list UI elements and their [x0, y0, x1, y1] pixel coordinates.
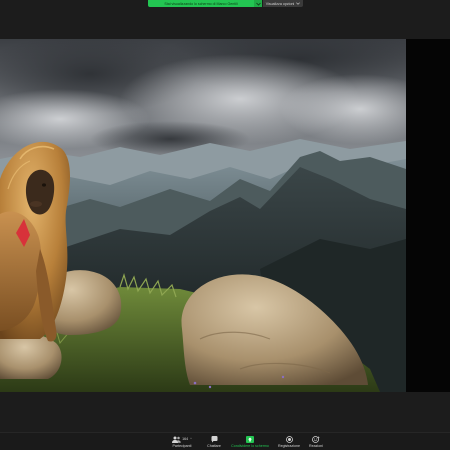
record-label: Registrazione [278, 444, 300, 448]
share-screen-button[interactable]: Condividere lo schermo [231, 435, 269, 448]
chat-label: Chattare [207, 444, 221, 448]
reactions-button[interactable]: Reazioni [298, 435, 334, 448]
participants-button[interactable]: 164 ^ Partecipanti [164, 435, 200, 448]
caret-up-icon[interactable]: ^ [190, 437, 192, 441]
meeting-background [0, 392, 450, 432]
participants-label: Partecipanti [172, 444, 192, 448]
view-options-button[interactable]: Visualizza opzioni [263, 0, 303, 7]
side-panel-dark [406, 39, 450, 392]
reactions-label: Reazioni [309, 444, 323, 448]
shared-screen-content [0, 39, 406, 392]
chevron-down-icon[interactable] [254, 0, 262, 7]
chevron-down-icon [296, 2, 301, 5]
meeting-toolbar: 164 ^ Partecipanti Chattare Condividere … [0, 432, 450, 450]
share-status-pill[interactable]: Stai visualizzando lo schermo di Marco G… [148, 0, 262, 7]
top-bar: Stai visualizzando lo schermo di Marco G… [0, 0, 450, 38]
view-options-label: Visualizza opzioni [265, 1, 295, 6]
zoom-meeting-window: Stai visualizzando lo schermo di Marco G… [0, 0, 450, 450]
share-status-text: Stai visualizzando lo schermo di Marco G… [164, 1, 238, 6]
shared-photo [0, 39, 406, 392]
share-screen-label: Condividere lo schermo [231, 444, 269, 448]
screen-share-banner: Stai visualizzando lo schermo di Marco G… [148, 0, 303, 7]
chat-button[interactable]: Chattare [196, 435, 232, 448]
participant-count: 164 [182, 437, 189, 441]
